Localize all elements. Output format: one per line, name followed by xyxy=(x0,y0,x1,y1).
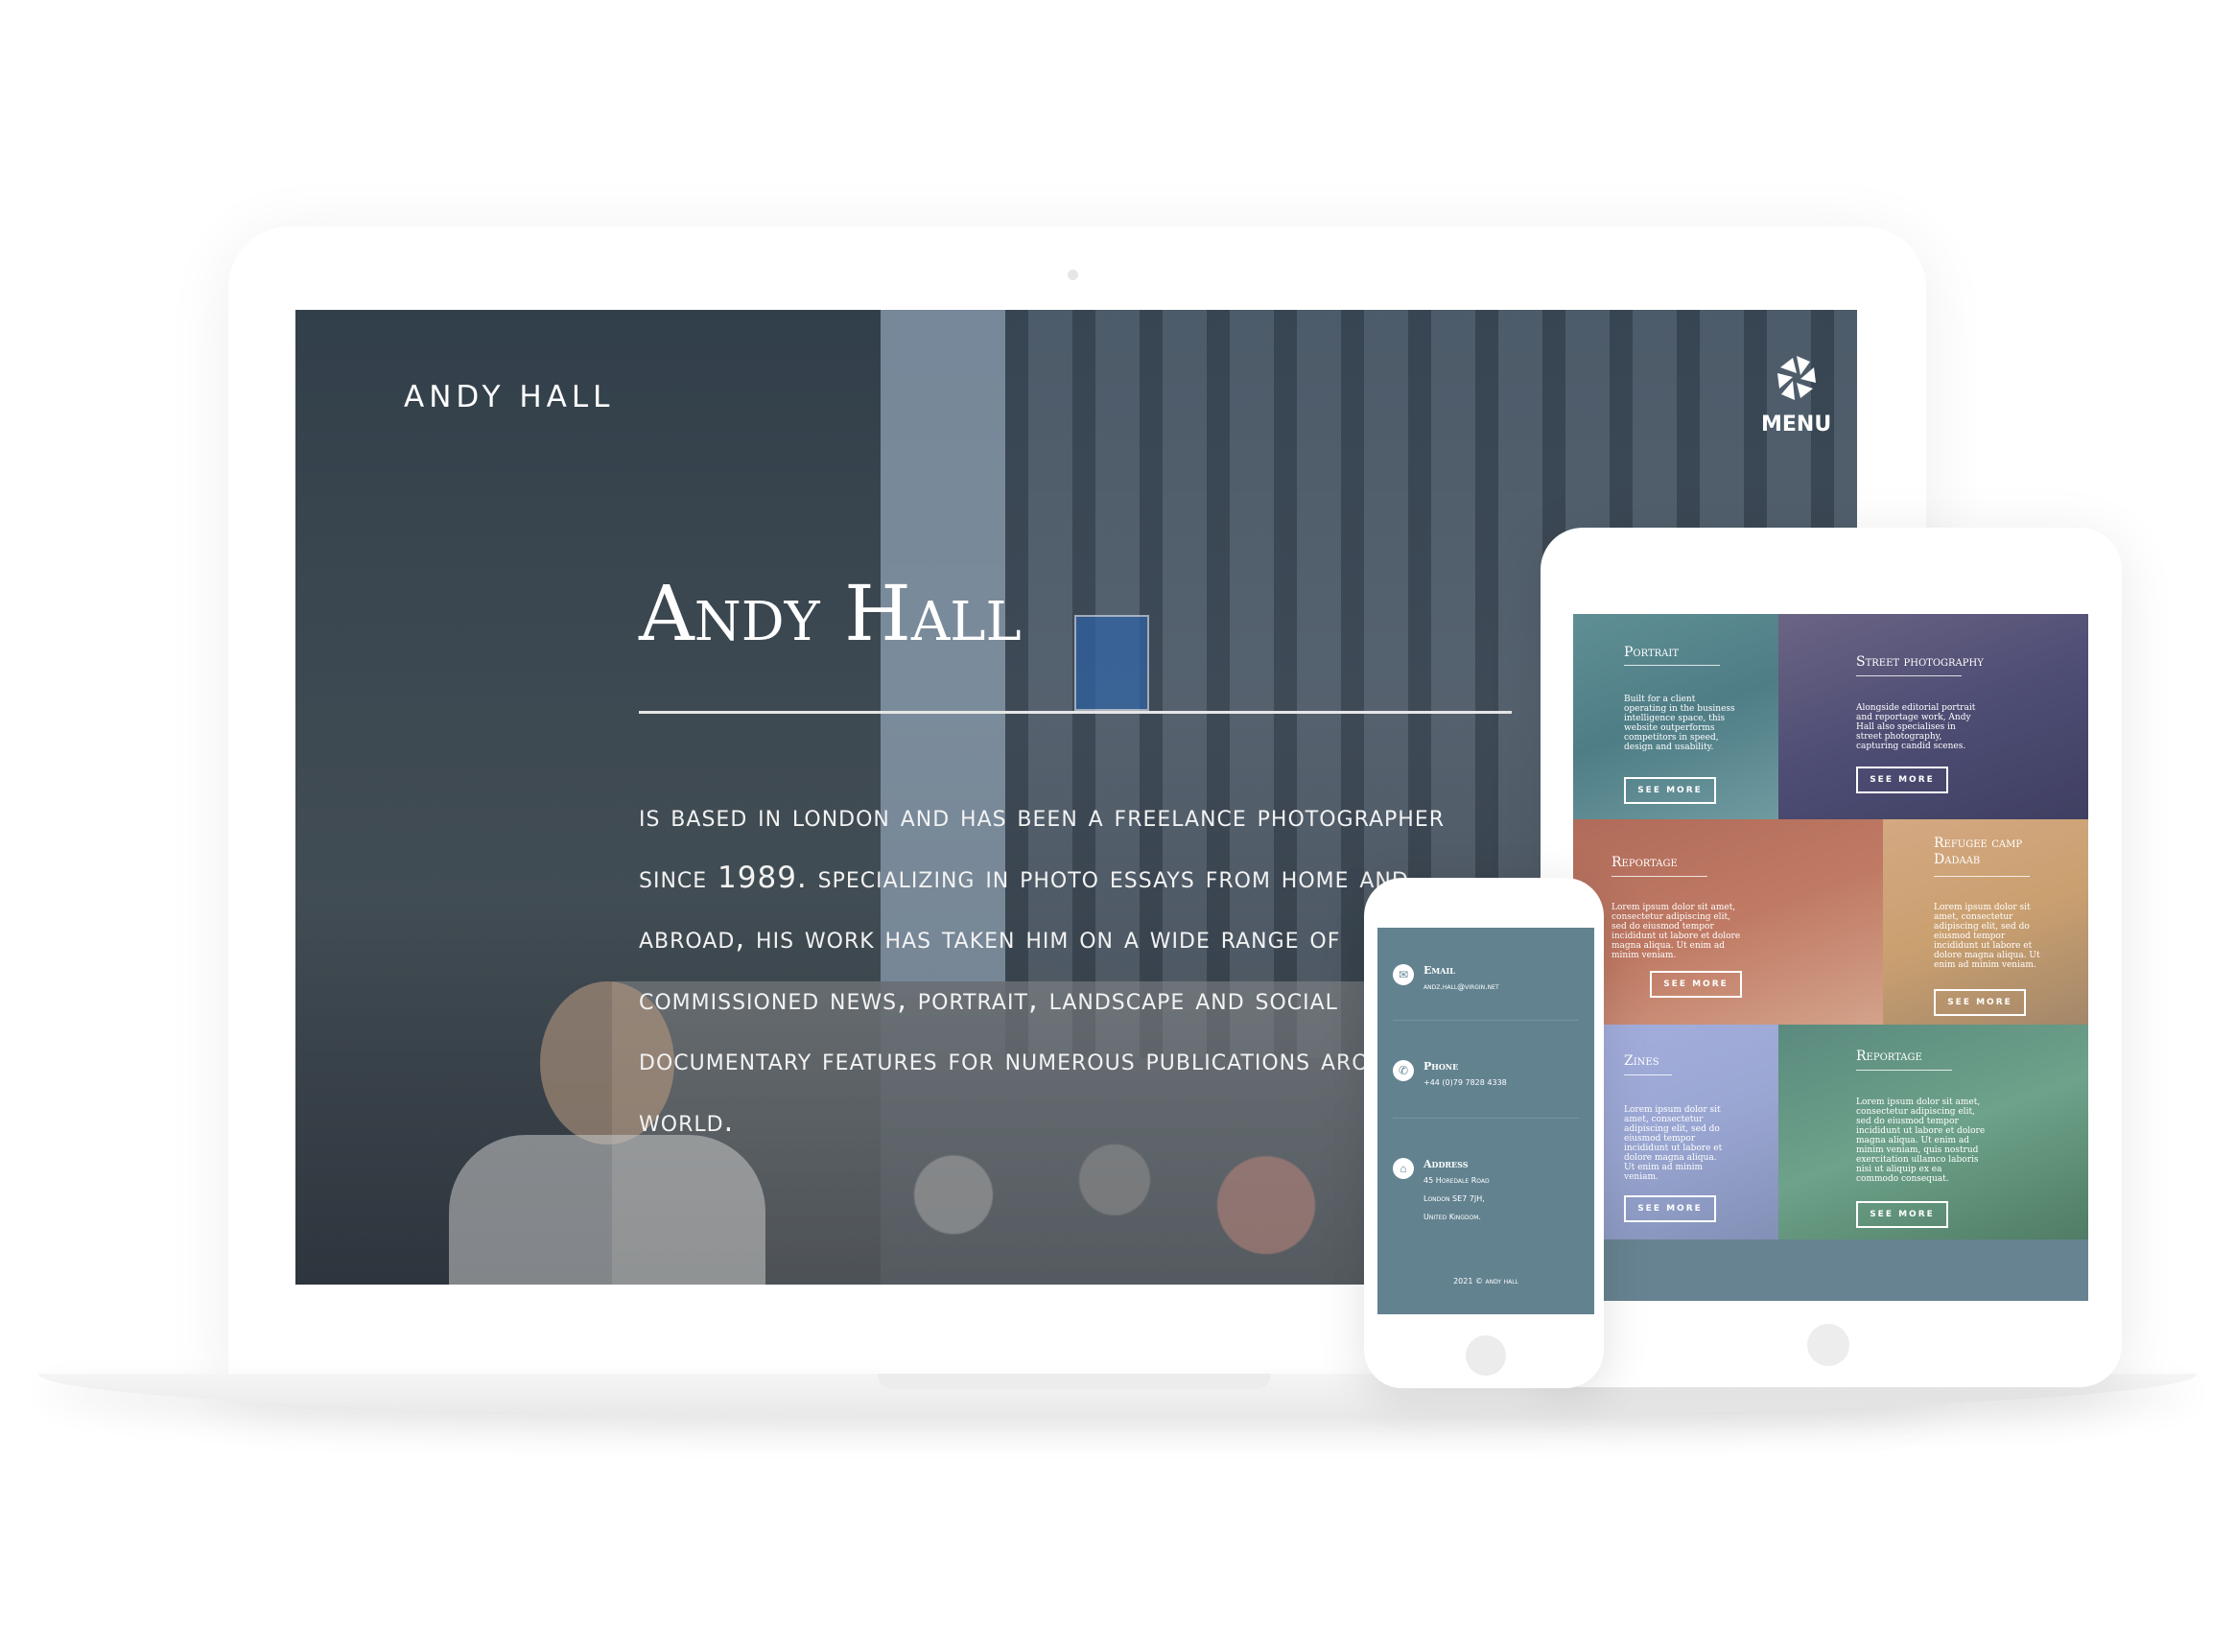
tile-title: Refugee camp Dadaab xyxy=(1934,836,2023,867)
tile-description: Built for a client operating in the busi… xyxy=(1624,695,1735,752)
hero-divider xyxy=(639,711,1512,714)
phone-icon: ✆ xyxy=(1393,1060,1414,1081)
tile-divider xyxy=(1856,1070,1952,1071)
menu-button[interactable]: MENU xyxy=(1761,413,1831,437)
gallery-tile-portrait[interactable]: Portrait Built for a client operating in… xyxy=(1573,614,1778,819)
see-more-button[interactable]: SEE MORE xyxy=(1856,1201,1948,1228)
gallery-tile-zines[interactable]: Zines Lorem ipsum dolor sit amet, consec… xyxy=(1573,1025,1778,1239)
aperture-menu-icon[interactable] xyxy=(1771,352,1823,404)
phone-home-button xyxy=(1466,1335,1506,1376)
tile-divider xyxy=(1856,675,1962,676)
hero-photo-person-body xyxy=(449,1135,765,1285)
tile-divider xyxy=(1624,1074,1672,1075)
phone-label: Phone xyxy=(1423,1060,1459,1073)
gallery-tile-reportage-2[interactable]: Reportage Lorem ipsum dolor sit amet, co… xyxy=(1778,1025,2088,1239)
address-line-2: London SE7 7JH, xyxy=(1423,1194,1485,1203)
tile-divider xyxy=(1612,876,1707,877)
tile-description: Lorem ipsum dolor sit amet, consectetur … xyxy=(1934,903,2040,970)
address-line-1: 45 Horedale Road xyxy=(1423,1176,1490,1185)
gallery-tile-refugee-camp-dadaab[interactable]: Refugee camp Dadaab Lorem ipsum dolor si… xyxy=(1883,819,2088,1025)
tile-description: Lorem ipsum dolor sit amet, consectetur … xyxy=(1856,1097,1986,1184)
gallery-tile-reportage[interactable]: Reportage Lorem ipsum dolor sit amet, co… xyxy=(1573,819,1883,1025)
email-label: Email xyxy=(1423,964,1455,977)
hero-photo-sign xyxy=(1074,615,1149,711)
brand-logo[interactable]: ANDY HALL xyxy=(404,380,614,414)
see-more-button[interactable]: SEE MORE xyxy=(1934,989,2026,1016)
tile-title: Reportage xyxy=(1612,855,1678,870)
hero-title: Andy Hall xyxy=(639,569,1022,658)
see-more-button[interactable]: SEE MORE xyxy=(1856,767,1948,793)
tile-description: Lorem ipsum dolor sit amet, consectetur … xyxy=(1612,903,1741,960)
contact-divider xyxy=(1393,1020,1579,1021)
tablet-gallery: Portrait Built for a client operating in… xyxy=(1573,614,2088,1301)
tile-title: Zines xyxy=(1624,1053,1659,1069)
contact-panel: ✉ Email andz.hall@virgin.net ✆ Phone +44… xyxy=(1377,928,1594,1314)
home-icon: ⌂ xyxy=(1393,1158,1414,1179)
laptop-camera xyxy=(1068,270,1078,280)
tile-description: Alongside editorial portrait and reporta… xyxy=(1856,703,1976,751)
gallery-tile-street-photography[interactable]: Street photography Alongside editorial p… xyxy=(1778,614,2088,819)
address-label: Address xyxy=(1423,1158,1469,1170)
tile-title: Portrait xyxy=(1624,645,1680,660)
tile-title: Reportage xyxy=(1856,1049,1922,1064)
footer-copyright: 2021 © andy hall xyxy=(1453,1277,1518,1286)
laptop-notch xyxy=(878,1374,1271,1389)
tile-description: Lorem ipsum dolor sit amet, consectetur … xyxy=(1624,1105,1723,1182)
see-more-button[interactable]: SEE MORE xyxy=(1624,1195,1716,1222)
address-line-3: United Kingdom. xyxy=(1423,1213,1481,1221)
tablet-home-button xyxy=(1807,1324,1849,1366)
email-value[interactable]: andz.hall@virgin.net xyxy=(1423,978,1499,997)
tile-divider xyxy=(1934,876,2030,877)
hero-bio: is based in London and has been a freela… xyxy=(639,799,1475,1139)
tile-title: Street photography xyxy=(1856,654,1984,670)
phone-value[interactable]: +44 (0)79 7828 4338 xyxy=(1423,1074,1507,1093)
see-more-button[interactable]: SEE MORE xyxy=(1650,971,1742,998)
see-more-button[interactable]: SEE MORE xyxy=(1624,777,1716,804)
envelope-icon: ✉ xyxy=(1393,964,1414,985)
contact-divider xyxy=(1393,1118,1579,1119)
tile-divider xyxy=(1624,665,1720,666)
